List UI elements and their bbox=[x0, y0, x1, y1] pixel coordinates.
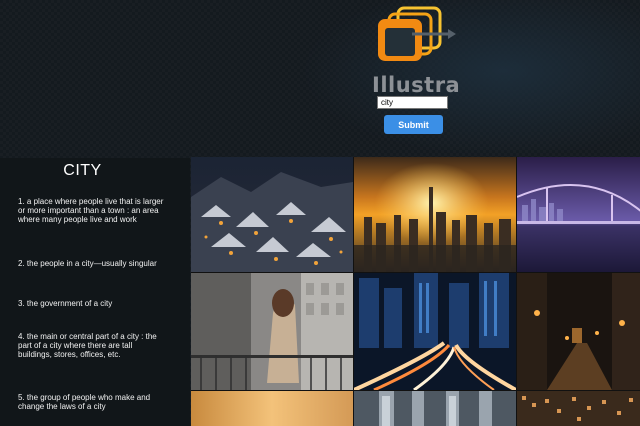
illustra-logo-icon bbox=[378, 6, 456, 61]
woman-balcony-image[interactable] bbox=[191, 273, 353, 390]
city-lights-image[interactable] bbox=[517, 391, 640, 426]
word-title: CITY bbox=[63, 162, 102, 179]
search-input[interactable] bbox=[377, 96, 448, 109]
light-trails-street-image[interactable] bbox=[354, 273, 516, 390]
sunset-strip-image[interactable] bbox=[191, 391, 353, 426]
sunset-skyline-image[interactable] bbox=[354, 157, 516, 272]
definition-item: 5. the group of people who make and chan… bbox=[18, 393, 151, 411]
definition-item: 2. the people in a city—usually singular bbox=[18, 259, 157, 268]
snowy-town-night-image[interactable] bbox=[191, 157, 353, 272]
skyscrapers-image[interactable] bbox=[354, 391, 516, 426]
image-gallery bbox=[191, 157, 640, 426]
brand-name: Illustra bbox=[372, 73, 461, 97]
definition-item: 4. the main or central part of a city : … bbox=[18, 332, 157, 359]
bridge-night-image[interactable] bbox=[517, 157, 640, 272]
definition-item: 1. a place where people live that is lar… bbox=[18, 197, 164, 224]
header-background bbox=[300, 0, 640, 158]
submit-button[interactable]: Submit bbox=[384, 115, 443, 134]
definition-item: 3. the government of a city bbox=[18, 299, 113, 308]
night-alley-image[interactable] bbox=[517, 273, 640, 390]
